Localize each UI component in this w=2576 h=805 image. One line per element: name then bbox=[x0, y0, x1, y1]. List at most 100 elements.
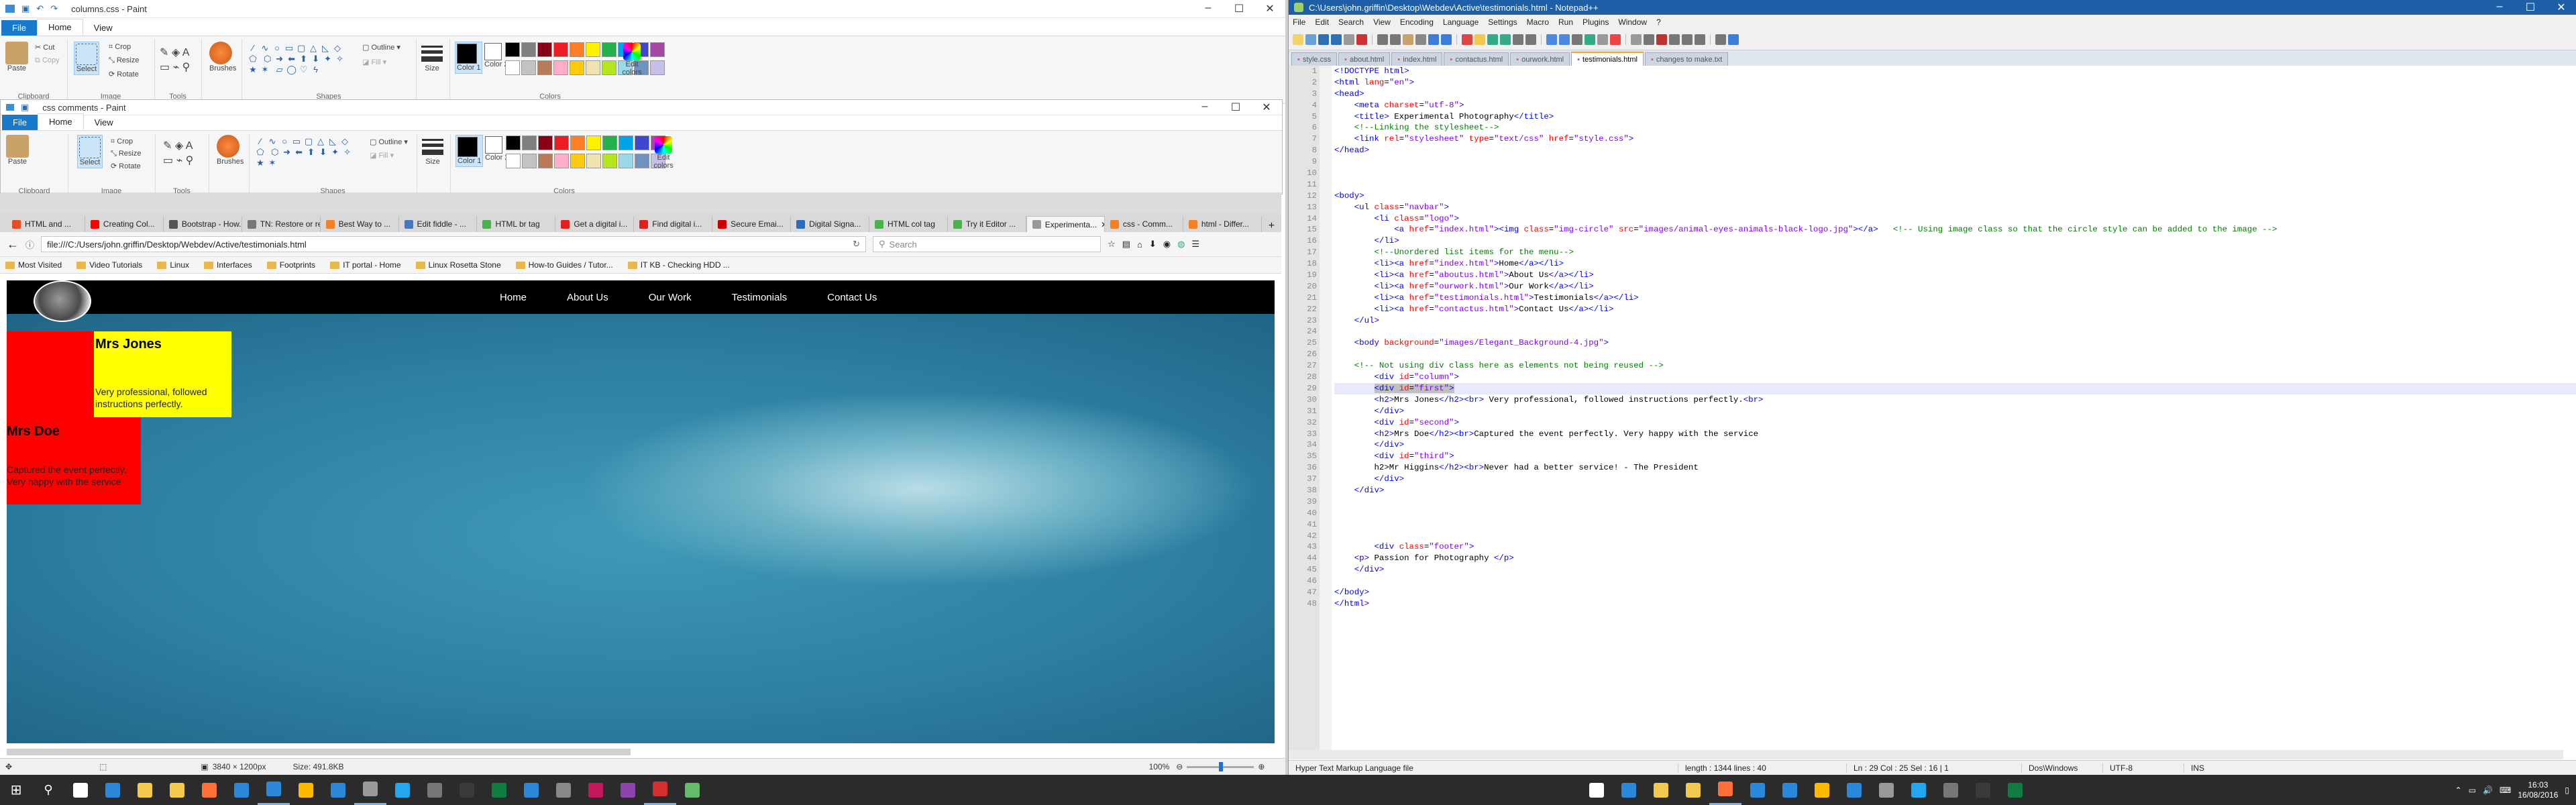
npp-menu-item[interactable]: Language bbox=[1443, 17, 1479, 27]
paint2-brushes-button[interactable]: Brushes bbox=[217, 135, 244, 166]
bookmark-item[interactable]: IT portal - Home bbox=[330, 260, 401, 270]
taskbar-app-icon[interactable] bbox=[1967, 775, 1999, 805]
taskbar-app-icon[interactable] bbox=[129, 775, 161, 805]
npp-toolbar-icon[interactable] bbox=[1644, 34, 1654, 45]
bookmark-item[interactable]: Footprints bbox=[266, 260, 315, 270]
color-swatch[interactable] bbox=[538, 154, 553, 168]
browser-tab[interactable]: HTML col tag bbox=[869, 216, 948, 232]
taskbar-app-icon[interactable] bbox=[225, 775, 258, 805]
fill-dropdown[interactable]: ◪ Fill ▾ bbox=[362, 58, 386, 66]
color-swatch[interactable] bbox=[586, 60, 600, 75]
home-icon[interactable]: ⌂ bbox=[1137, 239, 1142, 250]
npp-file-tab[interactable]: ▪ about.html bbox=[1338, 52, 1391, 66]
eraser-icon[interactable]: ▭ bbox=[160, 62, 170, 73]
color-swatch[interactable] bbox=[586, 42, 600, 57]
npp-minimize-button[interactable]: – bbox=[2484, 1, 2515, 14]
paint2-save-icon[interactable]: ▣ bbox=[21, 102, 29, 113]
color-swatch[interactable] bbox=[602, 60, 616, 75]
taskbar-app-icon[interactable] bbox=[1709, 775, 1741, 805]
npp-close-button[interactable]: ✕ bbox=[2546, 1, 2576, 14]
paint2-tab-view[interactable]: View bbox=[84, 115, 124, 130]
paint2-tab-file[interactable]: File bbox=[2, 115, 38, 130]
browser-tab[interactable]: Try it Editor ... bbox=[948, 216, 1026, 232]
color-swatch[interactable] bbox=[553, 42, 568, 57]
npp-menu-item[interactable]: ? bbox=[1656, 17, 1661, 27]
taskbar-app-icon[interactable] bbox=[1613, 775, 1645, 805]
npp-toolbar-icon[interactable] bbox=[1682, 34, 1693, 45]
text-icon[interactable]: A bbox=[182, 47, 190, 58]
npp-toolbar-icon[interactable] bbox=[1331, 34, 1342, 45]
npp-horizontal-scrollbar[interactable] bbox=[1289, 750, 2563, 759]
color-swatch[interactable] bbox=[553, 60, 568, 75]
npp-toolbar-icon[interactable] bbox=[1572, 34, 1582, 45]
bookmark-item[interactable]: Linux Rosetta Stone bbox=[415, 260, 501, 270]
paint2-shapes-gallery[interactable]: ∕ ∿ ○ ▭ ▢ △ ◺ ◇⬠ ⬡ ➜ ⬅ ⬆ ⬇ ✦ ✧★ ✶ bbox=[254, 136, 362, 168]
taskbar-app-icon[interactable] bbox=[612, 775, 644, 805]
taskbar-app-icon[interactable] bbox=[386, 775, 419, 805]
npp-file-tab[interactable]: ▪ ourwork.html bbox=[1510, 52, 1570, 66]
color-swatch[interactable] bbox=[619, 154, 633, 168]
color-swatch[interactable] bbox=[650, 42, 665, 57]
taskbar-app-icon[interactable] bbox=[1645, 775, 1677, 805]
npp-menu-item[interactable]: Edit bbox=[1315, 17, 1329, 27]
npp-toolbar-icon[interactable] bbox=[1546, 34, 1557, 45]
tab-home[interactable]: Home bbox=[36, 19, 83, 36]
color-swatch[interactable] bbox=[506, 154, 521, 168]
npp-toolbar-icon[interactable] bbox=[1487, 34, 1498, 45]
taskbar-app-icon[interactable] bbox=[1741, 775, 1774, 805]
resize-button[interactable]: ⤡ Resize bbox=[109, 56, 139, 65]
paint2-resize-button[interactable]: ⤡ Resize bbox=[111, 150, 141, 158]
color-swatch[interactable] bbox=[538, 136, 553, 150]
undo-icon[interactable]: ↶ bbox=[36, 3, 44, 14]
color-swatch[interactable] bbox=[537, 60, 552, 75]
outline-dropdown[interactable]: ▢ Outline ▾ bbox=[362, 43, 400, 52]
site-nav-item[interactable]: About Us bbox=[567, 292, 608, 303]
pocket-icon[interactable]: ◉ bbox=[1163, 239, 1171, 250]
taskbar-app-icon[interactable] bbox=[258, 775, 290, 805]
browser-tab[interactable]: Secure Emai... bbox=[712, 216, 792, 232]
taskbar-app-icon[interactable] bbox=[676, 775, 708, 805]
color-swatch[interactable] bbox=[506, 136, 521, 150]
shapes-gallery[interactable]: ∕ ∿ ○ ▭ ▢ △ ◺ ◇⬠ ⬡ ➜ ⬅ ⬆ ⬇ ✦ ✧★ ✶ ▱ ◯ ♡ ϟ bbox=[247, 43, 354, 75]
taskbar-app-icon[interactable] bbox=[419, 775, 451, 805]
browser-tab[interactable]: Get a digital i... bbox=[555, 216, 635, 232]
taskbar-app-icon[interactable] bbox=[1999, 775, 2031, 805]
paint2-fill-dropdown[interactable]: ◪ Fill ▾ bbox=[370, 151, 394, 160]
paint2-paste-button[interactable]: Paste bbox=[6, 135, 29, 166]
npp-toolbar-icon[interactable] bbox=[1390, 34, 1401, 45]
taskbar-app-icon[interactable] bbox=[547, 775, 580, 805]
paint2-minimize-button[interactable]: – bbox=[1189, 101, 1220, 114]
npp-menu-item[interactable]: Window bbox=[1618, 17, 1647, 27]
color-picker-icon[interactable]: ⌁ bbox=[173, 62, 180, 73]
color-swatch[interactable] bbox=[586, 136, 601, 150]
clock[interactable]: 16:03 16/08/2016 bbox=[2518, 780, 2558, 800]
color-swatch[interactable] bbox=[505, 42, 520, 57]
fill-icon[interactable]: ◈ bbox=[172, 47, 180, 58]
size-button[interactable]: Size bbox=[421, 43, 443, 72]
color-swatch[interactable] bbox=[602, 136, 617, 150]
npp-menu-item[interactable]: Encoding bbox=[1400, 17, 1434, 27]
quick-save-icon[interactable]: ▣ bbox=[21, 3, 30, 14]
rotate-button[interactable]: ⟳ Rotate bbox=[109, 70, 139, 78]
npp-toolbar-icon[interactable] bbox=[1344, 34, 1354, 45]
npp-toolbar-icon[interactable] bbox=[1559, 34, 1570, 45]
back-icon[interactable]: ← bbox=[7, 237, 19, 252]
bookmark-item[interactable]: Video Tutorials bbox=[76, 260, 142, 270]
npp-menu-item[interactable]: Search bbox=[1338, 17, 1364, 27]
npp-toolbar-icon[interactable] bbox=[1305, 34, 1316, 45]
taskbar-app-icon[interactable] bbox=[97, 775, 129, 805]
edit-colors-button[interactable]: Edit colors bbox=[617, 43, 647, 76]
paste-button[interactable]: Paste bbox=[5, 42, 28, 72]
code-editor[interactable]: 1 2 3 4 5 6 7 8 9 10 11 12 13 14 15 16 17 18 19 20 21 22 23 24 2… bbox=[1289, 66, 2576, 750]
paint2-tools[interactable]: ✎ ◈ A ▭ ⌁ ⚲ bbox=[163, 139, 193, 168]
npp-toolbar-icon[interactable] bbox=[1728, 34, 1739, 45]
paint2-rotate-button[interactable]: ⟳ Rotate bbox=[111, 162, 141, 170]
paint2-maximize-button[interactable]: ☐ bbox=[1220, 101, 1251, 114]
npp-file-tab[interactable]: ▪ style.css bbox=[1291, 52, 1338, 66]
bookmark-item[interactable]: Interfaces bbox=[204, 260, 252, 270]
taskbar-app-icon[interactable] bbox=[354, 775, 386, 805]
npp-file-tab[interactable]: ▪ testimonials.html bbox=[1571, 52, 1644, 66]
paint2-size-button[interactable]: Size bbox=[422, 136, 443, 166]
taskbar-app-icon[interactable] bbox=[1838, 775, 1870, 805]
site-nav-item[interactable]: Our Work bbox=[649, 292, 692, 303]
